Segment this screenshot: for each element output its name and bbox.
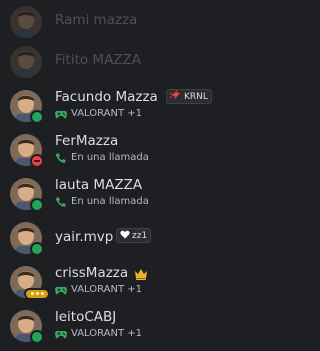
member-list: Rami mazza Fitito MAZZA Facundo Mazza KR… <box>0 0 259 351</box>
tag-label: zz1 <box>132 230 148 241</box>
member-item-fitito-mazza[interactable]: Fitito MAZZA <box>0 40 259 84</box>
member-item-facundo-mazza[interactable]: Facundo Mazza KRNL VALORANT +1 <box>0 84 259 128</box>
status-online-indicator <box>30 198 44 212</box>
activity-text: VALORANT +1 <box>71 108 143 119</box>
member-name: crissMazza <box>55 265 129 281</box>
activity-text: VALORANT +1 <box>71 284 143 295</box>
lightning-icon <box>170 90 182 103</box>
member-item-crissmazza[interactable]: crissMazza VALORANT +1 <box>0 260 259 304</box>
gamepad-icon <box>55 329 67 339</box>
member-name: leitoCABJ <box>55 309 117 325</box>
activity-status: En una llamada <box>55 195 149 208</box>
status-online-indicator <box>30 110 44 124</box>
member-name: Fitito MAZZA <box>55 52 142 68</box>
server-tag[interactable]: zz1 <box>116 228 152 243</box>
status-online-indicator <box>30 242 44 256</box>
member-name: Facundo Mazza <box>55 89 158 105</box>
crown-icon <box>134 265 148 280</box>
member-name: FerMazza <box>55 133 119 149</box>
phone-icon <box>55 197 67 207</box>
member-item-yair-mvp[interactable]: yair.mvp zz1 <box>0 216 259 260</box>
avatar[interactable] <box>10 6 42 38</box>
heart-icon <box>120 230 130 242</box>
activity-text: VALORANT +1 <box>71 328 143 339</box>
activity-status: VALORANT +1 <box>55 327 142 340</box>
status-online-indicator <box>30 330 44 344</box>
phone-icon <box>55 153 67 163</box>
activity-status: VALORANT +1 <box>55 283 142 296</box>
activity-status: En una llamada <box>55 151 149 164</box>
server-tag[interactable]: KRNL <box>166 89 212 104</box>
member-name: lauta MAZZA <box>55 177 143 193</box>
member-item-leitocabj[interactable]: leitoCABJ VALORANT +1 <box>0 304 259 348</box>
member-name: Rami mazza <box>55 12 138 28</box>
member-name: yair.mvp <box>55 229 114 245</box>
avatar[interactable] <box>10 46 42 78</box>
member-item-rami-mazza[interactable]: Rami mazza <box>0 0 259 44</box>
member-item-lauta-mazza[interactable]: lauta MAZZA En una llamada <box>0 172 259 216</box>
gamepad-icon <box>55 109 67 119</box>
status-dnd-indicator <box>30 154 44 168</box>
activity-status: VALORANT +1 <box>55 107 142 120</box>
activity-text: En una llamada <box>71 196 149 207</box>
status-typing-indicator <box>24 288 50 299</box>
tag-label: KRNL <box>184 91 208 102</box>
member-item-fermazza[interactable]: FerMazza En una llamada <box>0 128 259 172</box>
activity-text: En una llamada <box>71 152 149 163</box>
gamepad-icon <box>55 285 67 295</box>
